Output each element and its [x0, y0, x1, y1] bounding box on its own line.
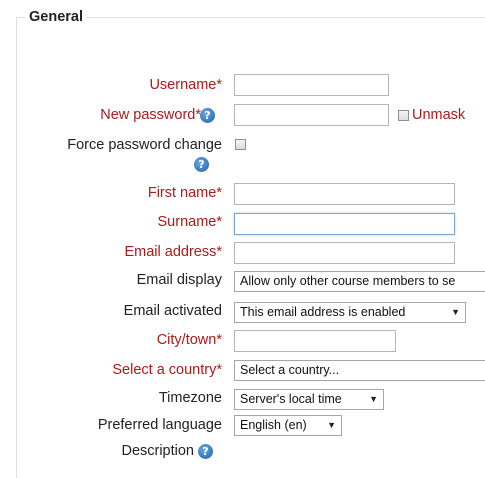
help-icon[interactable]: ?: [200, 108, 215, 123]
select-country-label: Select a country*: [112, 362, 222, 378]
email-display-label: Email display: [136, 272, 222, 288]
country-value: Select a country...: [240, 363, 340, 377]
city-town-input[interactable]: [234, 330, 396, 352]
username-input[interactable]: [234, 74, 389, 96]
timezone-value: Server's local time: [240, 392, 342, 406]
email-display-select[interactable]: Allow only other course members to se: [234, 271, 485, 292]
description-label: Description: [121, 443, 194, 459]
preferred-language-label: Preferred language: [97, 417, 222, 433]
email-address-label: Email address*: [124, 244, 222, 260]
city-town-label: City/town*: [156, 332, 222, 348]
email-activated-select[interactable]: This email address is enabled ▼: [234, 302, 466, 323]
preferred-language-value: English (en): [240, 418, 307, 432]
help-icon[interactable]: ?: [198, 444, 213, 459]
timezone-select[interactable]: Server's local time ▼: [234, 389, 384, 410]
username-label: Username*: [149, 77, 222, 93]
force-password-change-checkbox[interactable]: [235, 139, 246, 150]
help-icon[interactable]: ?: [194, 157, 209, 172]
chevron-down-icon: ▼: [327, 420, 336, 430]
new-password-label: New password*: [100, 107, 201, 123]
section-legend: General: [25, 9, 87, 25]
surname-label: Surname*: [157, 214, 223, 230]
email-activated-label: Email activated: [123, 303, 222, 319]
preferred-language-select[interactable]: English (en) ▼: [234, 415, 342, 436]
chevron-down-icon: ▼: [451, 307, 460, 317]
force-password-change-label: Force password change: [67, 137, 222, 153]
email-display-value: Allow only other course members to se: [240, 274, 456, 288]
first-name-label: First name*: [147, 185, 222, 201]
first-name-input[interactable]: [234, 183, 455, 205]
unmask-checkbox[interactable]: [398, 110, 409, 121]
timezone-label: Timezone: [158, 390, 222, 406]
chevron-down-icon: ▼: [369, 394, 378, 404]
email-activated-value: This email address is enabled: [240, 305, 406, 319]
surname-input[interactable]: [234, 213, 455, 235]
country-select[interactable]: Select a country...: [234, 360, 485, 381]
email-address-input[interactable]: [234, 242, 455, 264]
new-password-input[interactable]: [234, 104, 389, 126]
unmask-label: Unmask: [412, 107, 466, 123]
